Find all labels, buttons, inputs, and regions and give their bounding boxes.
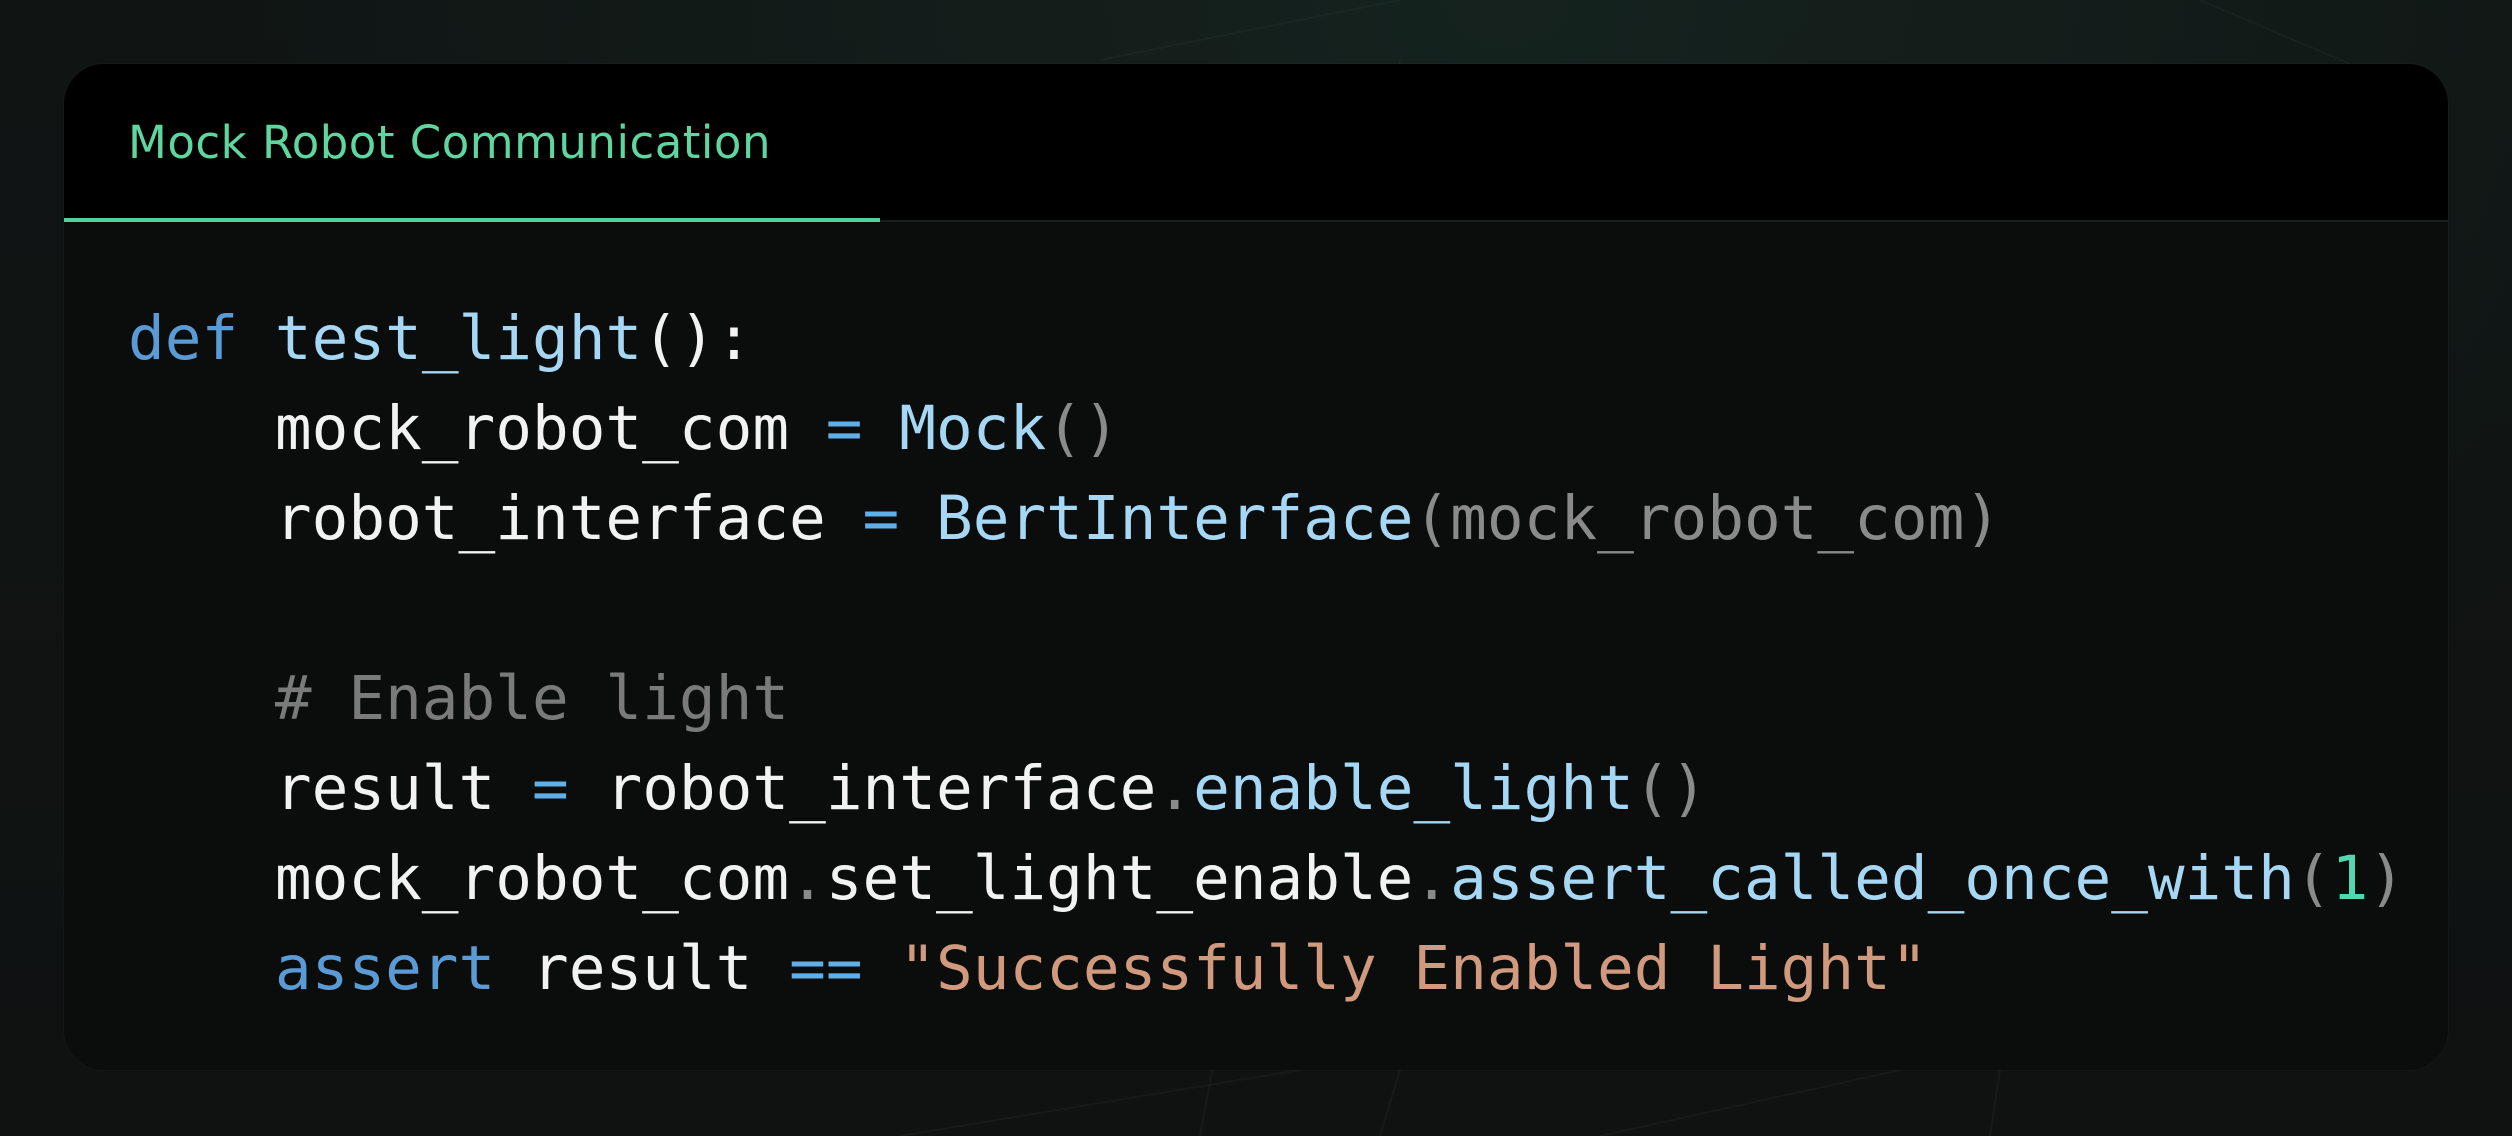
code-line-8: assert result == "Successfully Enabled L… bbox=[274, 933, 1928, 1004]
code-line-7: mock_robot_com.set_light_enable.assert_c… bbox=[274, 843, 2406, 914]
code-line-4-blank bbox=[128, 564, 2408, 654]
code-block-card: Mock Robot Communication def test_light(… bbox=[64, 64, 2448, 1070]
tab-label: Mock Robot Communication bbox=[128, 115, 771, 169]
code-line-1: def test_light(): bbox=[128, 303, 753, 374]
code-content: def test_light(): mock_robot_com = Mock(… bbox=[128, 294, 2408, 1014]
tab-mock-robot-communication[interactable]: Mock Robot Communication bbox=[64, 64, 880, 222]
code-line-6: result = robot_interface.enable_light() bbox=[274, 753, 1708, 824]
active-tab-indicator bbox=[64, 218, 880, 222]
code-line-5: # Enable light bbox=[274, 663, 790, 734]
code-line-2: mock_robot_com = Mock() bbox=[274, 393, 1120, 464]
code-line-3: robot_interface = BertInterface(mock_rob… bbox=[274, 483, 2002, 554]
code-tab-bar: Mock Robot Communication bbox=[64, 64, 2448, 222]
